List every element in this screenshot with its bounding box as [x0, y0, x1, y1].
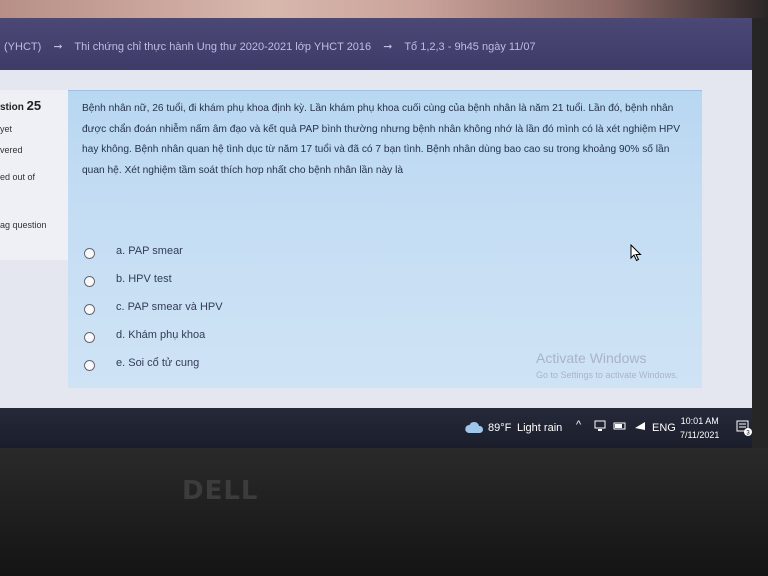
radio-icon[interactable]	[84, 304, 95, 315]
breadcrumb-exam[interactable]: Thi chứng chỉ thực hành Ung thư 2020-202…	[74, 41, 371, 53]
radio-icon[interactable]	[84, 332, 95, 343]
taskbar: 89°F Light rain ^ ENG 10:01 AM 7/11/2021…	[0, 408, 752, 448]
weather-text[interactable]: Light rain	[517, 422, 562, 434]
radio-icon[interactable]	[84, 248, 95, 259]
answer-label-a[interactable]: a. PAP smear	[116, 245, 183, 257]
battery-icon[interactable]	[613, 419, 627, 433]
cloud-icon[interactable]	[464, 420, 484, 434]
answer-label-c[interactable]: c. PAP smear và HPV	[116, 301, 223, 313]
question-number-label: stion 25	[0, 98, 41, 113]
answer-label-b[interactable]: b. HPV test	[116, 273, 172, 285]
answer-label-e[interactable]: e. Soi cổ tử cung	[116, 357, 199, 369]
radio-icon[interactable]	[84, 276, 95, 287]
language-indicator[interactable]: ENG	[652, 422, 676, 434]
screen-edge	[752, 18, 768, 448]
arrow-icon: ➞	[53, 41, 63, 53]
volume-icon[interactable]	[633, 419, 647, 433]
laptop-bezel: DELL	[0, 448, 768, 576]
radio-icon[interactable]	[84, 360, 95, 371]
screen: (YHCT) ➞ Thi chứng chỉ thực hành Ung thư…	[0, 18, 752, 448]
chevron-up-icon[interactable]: ^	[576, 419, 581, 431]
breadcrumb-session[interactable]: Tổ 1,2,3 - 9h45 ngày 11/07	[404, 41, 535, 53]
clock-date: 7/11/2021	[680, 430, 720, 440]
notification-icon[interactable]: 3	[736, 420, 752, 436]
activate-windows-subtitle: Go to Settings to activate Windows.	[536, 370, 679, 380]
brand-logo: DELL	[182, 476, 259, 506]
status-line: yet	[0, 124, 13, 134]
question-number: 25	[26, 98, 42, 113]
answer-label-d[interactable]: d. Khám phụ khoa	[116, 329, 205, 341]
activate-windows-title: Activate Windows	[536, 350, 647, 366]
question-label: stion	[0, 102, 24, 113]
arrow-icon: ➞	[383, 41, 393, 53]
clock-time: 10:01 AM	[680, 416, 719, 426]
clock[interactable]: 10:01 AM 7/11/2021	[680, 414, 719, 442]
question-info-panel: stion 25 yet vered ed out of ag question	[0, 90, 69, 260]
flag-question-link[interactable]: ag question	[0, 220, 47, 230]
marks-line: ed out of	[0, 172, 36, 182]
cursor-icon	[630, 244, 642, 262]
breadcrumb-course[interactable]: (YHCT)	[4, 41, 41, 53]
breadcrumb-bar: (YHCT) ➞ Thi chứng chỉ thực hành Ung thư…	[0, 18, 752, 70]
question-text: Bệnh nhân nữ, 26 tuổi, đi khám phụ khoa …	[82, 103, 680, 176]
temperature[interactable]: 89°F	[488, 422, 511, 434]
network-icon[interactable]	[594, 419, 606, 433]
breadcrumb: (YHCT) ➞ Thi chứng chỉ thực hành Ung thư…	[4, 40, 536, 53]
status-answered: vered	[0, 145, 23, 155]
question-box: Bệnh nhân nữ, 26 tuổi, đi khám phụ khoa …	[68, 90, 702, 388]
